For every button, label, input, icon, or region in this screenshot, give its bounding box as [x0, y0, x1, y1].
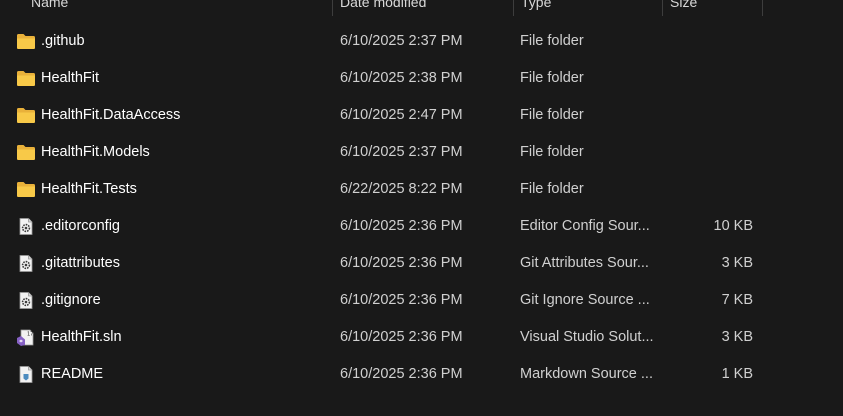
file-type: Markdown Source ...	[520, 366, 653, 382]
column-header-size[interactable]: Size	[670, 0, 697, 18]
column-header-type[interactable]: Type	[521, 0, 551, 18]
file-size: 3 KB	[721, 329, 753, 345]
folder-icon	[16, 144, 36, 161]
svg-text:17: 17	[27, 332, 33, 338]
file-type: File folder	[520, 181, 584, 197]
file-name: HealthFit.sln	[41, 329, 122, 345]
file-size	[664, 171, 753, 208]
settings-file-icon	[16, 218, 36, 235]
file-date-modified: 6/10/2025 2:37 PM	[340, 33, 463, 49]
folder-icon	[16, 33, 36, 50]
file-size: 10 KB	[713, 218, 754, 234]
file-type: Visual Studio Solut...	[520, 329, 654, 345]
file-row[interactable]: README 6/10/2025 2:36 PM Markdown Source .…	[0, 356, 843, 393]
file-name: .github	[41, 33, 85, 49]
file-date-modified: 6/22/2025 8:22 PM	[340, 181, 463, 197]
file-row[interactable]: 17 HealthFit.sln 6/10/2025 2:36 PM Visual S…	[0, 319, 843, 356]
file-explorer: Name Date modified Type Size .github 6/10…	[0, 0, 843, 416]
markdown-file-icon	[16, 366, 36, 383]
file-size	[664, 23, 753, 60]
file-row[interactable]: HealthFit 6/10/2025 2:38 PM File folder	[0, 60, 843, 97]
file-row[interactable]: HealthFit.Models 6/10/2025 2:37 PM File fo…	[0, 134, 843, 171]
column-header-name-label: Name	[31, 0, 69, 10]
file-name: HealthFit.Models	[41, 144, 150, 160]
file-size	[664, 60, 753, 97]
file-type: File folder	[520, 33, 584, 49]
file-date-modified: 6/10/2025 2:36 PM	[340, 366, 463, 382]
column-header-date-label: Date modified	[340, 0, 427, 10]
file-row[interactable]: .gitattributes 6/10/2025 2:36 PM Git Attri…	[0, 245, 843, 282]
folder-icon	[16, 70, 36, 87]
file-name: .editorconfig	[41, 218, 120, 234]
file-name: README	[41, 366, 104, 382]
file-date-modified: 6/10/2025 2:36 PM	[340, 292, 463, 308]
column-header-bar: Name Date modified Type Size	[0, 0, 843, 18]
file-type: Git Ignore Source ...	[520, 292, 650, 308]
column-header-name[interactable]: Name	[31, 0, 68, 18]
file-date-modified: 6/10/2025 2:36 PM	[340, 255, 463, 271]
settings-file-icon	[16, 255, 36, 272]
file-type: Editor Config Sour...	[520, 218, 650, 234]
settings-file-icon	[16, 292, 36, 309]
file-date-modified: 6/10/2025 2:36 PM	[340, 329, 463, 345]
file-name: HealthFit.DataAccess	[41, 107, 181, 123]
file-date-modified: 6/10/2025 2:36 PM	[340, 218, 463, 234]
file-row[interactable]: .github 6/10/2025 2:37 PM File folder	[0, 23, 843, 60]
file-row[interactable]: .editorconfig 6/10/2025 2:36 PM Editor Con…	[0, 208, 843, 245]
file-date-modified: 6/10/2025 2:37 PM	[340, 144, 463, 160]
column-header-type-label: Type	[521, 0, 552, 10]
file-size: 3 KB	[721, 255, 753, 271]
visual-studio-solution-icon: 17	[16, 329, 36, 346]
file-row[interactable]: .gitignore 6/10/2025 2:36 PM Git Ignore So…	[0, 282, 843, 319]
column-header-date[interactable]: Date modified	[340, 0, 426, 18]
file-size	[664, 97, 753, 134]
file-list: .github 6/10/2025 2:37 PM File folder Healt…	[0, 23, 843, 393]
file-row[interactable]: HealthFit.DataAccess 6/10/2025 2:47 PM Fil…	[0, 97, 843, 134]
folder-icon	[16, 181, 36, 198]
file-row[interactable]: HealthFit.Tests 6/22/2025 8:22 PM File fol…	[0, 171, 843, 208]
file-type: File folder	[520, 107, 584, 123]
file-size: 7 KB	[721, 292, 753, 308]
file-date-modified: 6/10/2025 2:47 PM	[340, 107, 463, 123]
folder-icon	[16, 107, 36, 124]
file-name: .gitignore	[41, 292, 101, 308]
file-name: HealthFit.Tests	[41, 181, 137, 197]
file-size: 1 KB	[721, 366, 753, 382]
file-size	[664, 134, 753, 171]
file-type: File folder	[520, 70, 584, 86]
file-type: File folder	[520, 144, 584, 160]
file-date-modified: 6/10/2025 2:38 PM	[340, 70, 463, 86]
file-name: HealthFit	[41, 70, 100, 86]
file-type: Git Attributes Sour...	[520, 255, 649, 271]
column-header-size-label: Size	[670, 0, 698, 10]
file-name: .gitattributes	[41, 255, 120, 271]
